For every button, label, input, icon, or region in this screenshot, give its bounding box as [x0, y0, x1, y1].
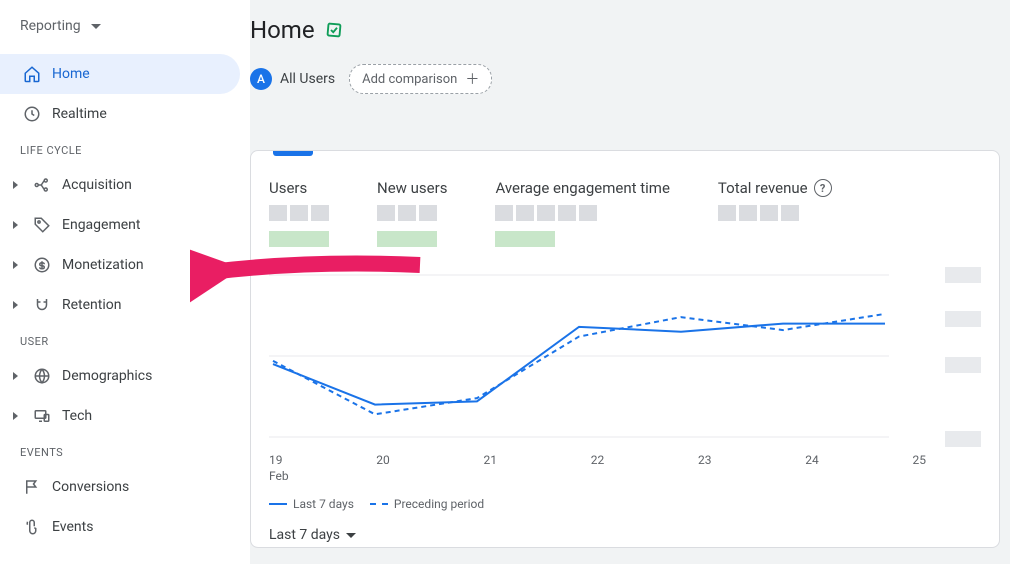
sidebar-item-label: Retention: [62, 297, 232, 313]
acquisition-icon: [32, 175, 52, 195]
legend-line-dash-icon: [370, 503, 388, 505]
add-comparison-button[interactable]: Add comparison ＋: [349, 64, 492, 94]
chevron-right-icon: [13, 372, 18, 380]
metric-new-users[interactable]: New users: [377, 179, 447, 247]
sidebar: Reporting Home Realtime LIFE CYCLE: [0, 0, 250, 564]
main-content: Home A All Users Add comparison ＋ Users: [250, 0, 1010, 564]
redacted-value: [495, 205, 669, 221]
metric-label: Users: [269, 179, 307, 197]
sidebar-item-monetization[interactable]: Monetization: [0, 245, 250, 285]
line-chart: [269, 271, 889, 441]
sidebar-item-label: Engagement: [62, 217, 232, 233]
metric-label: Average engagement time: [495, 179, 669, 197]
dollar-icon: [32, 255, 52, 275]
redacted-value: [377, 205, 447, 221]
sidebar-item-events[interactable]: Events: [0, 507, 250, 547]
segment-letter-badge: A: [250, 68, 272, 90]
touch-icon: [22, 517, 42, 537]
flag-icon: [22, 477, 42, 497]
all-users-segment[interactable]: A All Users: [250, 68, 335, 90]
active-tab-indicator: [273, 151, 313, 156]
sidebar-item-conversions[interactable]: Conversions: [0, 467, 250, 507]
chart-legend: Last 7 days Preceding period: [269, 497, 981, 511]
overview-card: Users New users Average engagement time: [250, 150, 1000, 548]
legend-line-solid-icon: [269, 503, 287, 505]
redacted-value: [718, 205, 832, 221]
redacted-y-value: [945, 357, 981, 373]
sidebar-item-acquisition[interactable]: Acquisition: [0, 165, 250, 205]
x-axis-sublabel: Feb: [269, 469, 289, 483]
redacted-value: [269, 205, 329, 221]
metric-users[interactable]: Users: [269, 179, 329, 247]
sidebar-item-label: Acquisition: [62, 177, 232, 193]
sidebar-item-realtime[interactable]: Realtime: [0, 94, 250, 134]
redacted-y-value: [945, 311, 981, 327]
sidebar-item-label: Demographics: [62, 368, 232, 384]
segment-label: All Users: [280, 71, 335, 87]
chart-area: 19202122232425 Feb: [269, 271, 981, 461]
tag-icon: [32, 215, 52, 235]
legend-previous: Preceding period: [394, 497, 484, 511]
date-range-label: Last 7 days: [269, 527, 340, 543]
date-range-selector[interactable]: Last 7 days: [269, 527, 356, 543]
caret-down-icon: [346, 533, 356, 538]
metric-total-revenue[interactable]: Total revenue ?: [718, 179, 832, 247]
verified-check-icon: [325, 21, 343, 39]
sidebar-item-engagement[interactable]: Engagement: [0, 205, 250, 245]
metric-label: Total revenue: [718, 179, 808, 197]
page-title: Home: [250, 16, 315, 44]
clock-icon: [22, 104, 42, 124]
globe-icon: [32, 366, 52, 386]
section-life-cycle: LIFE CYCLE: [0, 134, 250, 165]
home-icon: [22, 64, 42, 84]
redacted-trend: [377, 231, 437, 247]
sidebar-item-label: Realtime: [52, 106, 232, 122]
metric-label: New users: [377, 179, 447, 197]
add-comparison-label: Add comparison: [362, 72, 457, 87]
x-axis-labels: 19202122232425: [269, 453, 926, 467]
help-icon[interactable]: ?: [814, 179, 832, 197]
reporting-label: Reporting: [20, 18, 81, 34]
sidebar-item-home[interactable]: Home: [0, 54, 240, 94]
metric-engagement-time[interactable]: Average engagement time: [495, 179, 669, 247]
redacted-y-value: [945, 267, 981, 283]
redacted-trend: [495, 231, 555, 247]
redacted-y-value: [945, 431, 981, 447]
section-events: EVENTS: [0, 436, 250, 467]
reporting-dropdown[interactable]: Reporting: [0, 12, 121, 40]
sidebar-item-label: Conversions: [52, 479, 232, 495]
sidebar-item-tech[interactable]: Tech: [0, 396, 250, 436]
legend-current: Last 7 days: [293, 497, 354, 511]
plus-icon: ＋: [465, 69, 479, 89]
chevron-right-icon: [13, 221, 18, 229]
sidebar-item-label: Monetization: [62, 257, 232, 273]
caret-down-icon: [91, 24, 101, 29]
section-user: USER: [0, 325, 250, 356]
sidebar-item-demographics[interactable]: Demographics: [0, 356, 250, 396]
sidebar-item-label: Events: [52, 519, 232, 535]
chevron-right-icon: [13, 412, 18, 420]
chevron-right-icon: [13, 181, 18, 189]
sidebar-item-label: Home: [52, 66, 222, 82]
chevron-right-icon: [13, 301, 18, 309]
sidebar-item-retention[interactable]: Retention: [0, 285, 250, 325]
redacted-trend: [269, 231, 329, 247]
sidebar-item-label: Tech: [62, 408, 232, 424]
chevron-right-icon: [13, 261, 18, 269]
devices-icon: [32, 406, 52, 426]
magnet-icon: [32, 295, 52, 315]
